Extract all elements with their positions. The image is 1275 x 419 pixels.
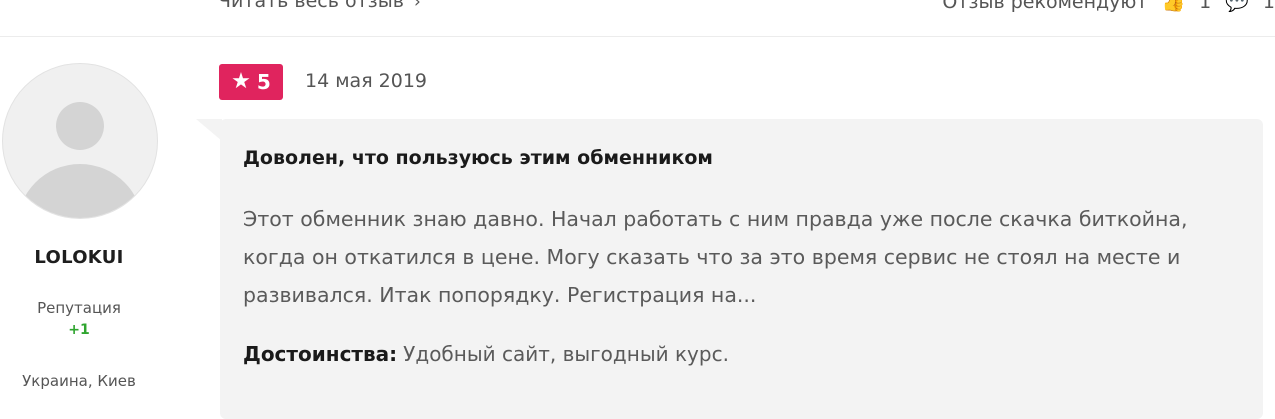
comments-count: 1 xyxy=(1262,0,1275,13)
chevron-right-icon: › xyxy=(413,0,421,12)
read-full-review-label: Читать весь отзыв xyxy=(218,0,404,12)
author-username[interactable]: LOLOKUI xyxy=(0,247,158,268)
avatar[interactable] xyxy=(2,63,158,219)
previous-review-footer: Читать весь отзыв › Отзыв рекомендуют 👍 1… xyxy=(0,0,1275,37)
review-date: 14 мая 2019 xyxy=(305,70,428,92)
star-icon: ★ xyxy=(231,69,251,94)
reputation-value: +1 xyxy=(68,322,90,338)
avatar-body-shape xyxy=(17,164,143,218)
likes-count: 1 xyxy=(1199,0,1212,13)
rating-value: 5 xyxy=(256,70,271,94)
review-title[interactable]: Доволен, что пользуюсь этим обменником xyxy=(243,147,713,169)
thumbs-up-icon[interactable]: 👍 xyxy=(1161,0,1185,13)
review-text: Этот обменник знаю давно. Начал работать… xyxy=(243,207,1188,307)
author-location: Украина, Киев xyxy=(22,372,136,390)
recommend-label: Отзыв рекомендуют xyxy=(942,0,1148,13)
pros-text: Удобный сайт, выгодный курс. xyxy=(403,342,729,366)
bubble-tail xyxy=(196,119,222,141)
rating-badge: ★ 5 xyxy=(219,64,283,100)
avatar-head-shape xyxy=(56,102,104,150)
comment-icon[interactable]: 💬 xyxy=(1225,0,1249,13)
pros-label: Достоинства: xyxy=(243,342,398,366)
reputation-label: Репутация xyxy=(37,299,121,317)
read-full-review-link[interactable]: Читать весь отзыв › xyxy=(218,0,421,12)
review-pros: Достоинства: Удобный сайт, выгодный курс. xyxy=(243,342,729,366)
recommend-bar: Отзыв рекомендуют 👍 1 💬 1 xyxy=(942,0,1275,13)
